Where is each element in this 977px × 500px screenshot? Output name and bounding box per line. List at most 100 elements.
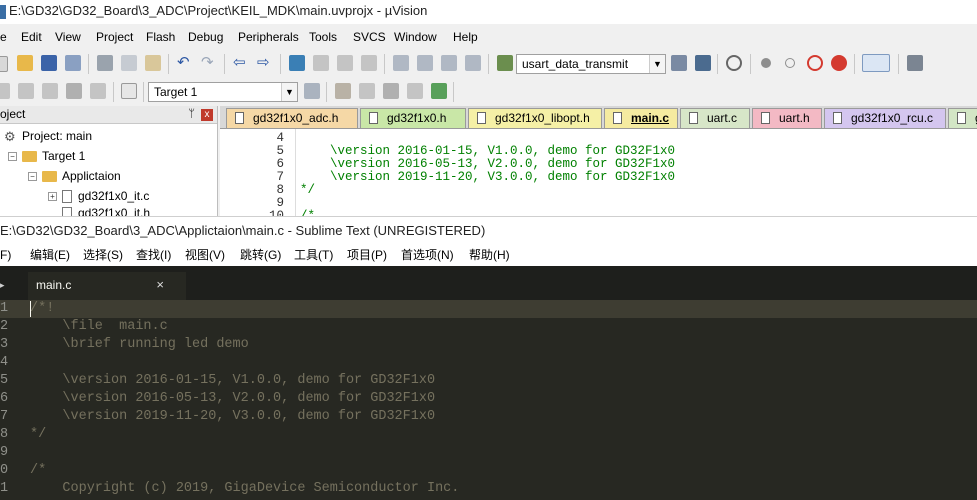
window-layout-icon[interactable] [862,54,890,72]
save-all-icon[interactable] [65,55,81,71]
batch-build-icon[interactable] [66,83,82,99]
chevron-down-icon[interactable]: ▼ [281,83,297,101]
code-line: \file main.c [30,319,168,334]
breakpoint-icon[interactable] [785,58,795,68]
redo-icon[interactable]: ↷ [201,55,217,71]
select-software-packs-icon[interactable] [383,83,399,99]
menu-project[interactable]: Project [96,26,133,48]
tree-item-label: gd32f1x0_it.c [78,189,150,203]
next-bookmark-icon[interactable] [337,55,353,71]
close-icon[interactable]: x [201,109,213,121]
disable-breakpoints-icon[interactable] [807,55,823,71]
menu-peripherals[interactable]: Peripherals [238,26,299,48]
undo-icon[interactable]: ↶ [177,55,193,71]
tab-main-c[interactable]: main.c × [28,272,186,300]
close-tab-icon[interactable]: × [156,272,164,298]
menu-flash[interactable]: Flash [146,26,175,48]
build-icon[interactable] [18,83,34,99]
menu-edit[interactable]: Edit [21,26,42,48]
menu-selection[interactable]: 选择(S) [83,244,123,266]
menu-file[interactable]: e [0,26,7,48]
expand-toggle-icon[interactable]: + [48,192,57,202]
rebuild-icon[interactable] [42,83,58,99]
manage-components-icon[interactable] [359,83,375,99]
navigate-forward-icon[interactable]: ⇨ [257,55,273,71]
line-number: 6 [0,391,9,406]
tab-gd32f1x0-h[interactable]: gd32f1x0.h [360,108,466,128]
menu-window[interactable]: Window [394,26,437,48]
menu-preferences[interactable]: 首选项(N) [401,244,454,266]
paste-icon[interactable] [145,55,161,71]
indent-icon[interactable] [393,55,409,71]
chevron-down-icon[interactable]: ▼ [649,55,665,73]
target-select[interactable]: Target 1 ▼ [148,82,298,102]
target-options-icon[interactable] [304,83,320,99]
cut-icon[interactable] [97,55,113,71]
tree-item-project[interactable]: ⚙ Project: main [4,126,92,146]
tab-gd32f1x0-libopt-h[interactable]: gd32f1x0_libopt.h [468,108,602,128]
translate-icon[interactable] [0,83,10,99]
bookmark-icon[interactable] [289,55,305,71]
find-in-files-icon[interactable] [497,55,513,71]
menu-help[interactable]: Help [453,26,478,48]
configure-icon[interactable] [907,55,923,71]
pack-installer-icon[interactable] [407,83,423,99]
menu-view[interactable]: View [55,26,81,48]
kill-breakpoints-icon[interactable] [831,55,847,71]
file-extensions-icon[interactable] [335,83,351,99]
navigate-back-icon[interactable]: ⇦ [233,55,249,71]
start-debug-icon[interactable] [761,58,771,68]
save-icon[interactable] [41,55,57,71]
menu-goto[interactable]: 跳转(G) [240,244,281,266]
tree-item-target[interactable]: − Target 1 [8,146,85,166]
line-number: 4 [0,355,9,370]
sublime-code-editor[interactable]: 1 2 3 4 5 6 7 8 9 0 1 /*! \file main.c \… [0,300,977,500]
tab-gd32f1x0-adc-h[interactable]: gd32f1x0_adc.h [226,108,358,128]
stop-build-icon[interactable] [90,83,106,99]
tab-truncated[interactable]: g [948,108,977,128]
download-icon[interactable] [121,83,137,99]
copy-icon[interactable] [121,55,137,71]
collapse-toggle-icon[interactable]: − [8,152,17,162]
tree-item-group[interactable]: − Applictaion [28,166,121,186]
find-icon[interactable] [671,55,687,71]
keil-code-editor[interactable]: 4 5 6 7 8 9 10 \version 2016-01-15, V1.0… [220,128,977,216]
menu-find[interactable]: 查找(I) [136,244,171,266]
menu-file[interactable]: (F) [0,244,11,266]
find-function-combo[interactable]: usart_data_transmit ▼ [516,54,666,74]
tab-main-c[interactable]: main.c [604,108,678,128]
open-folder-icon[interactable] [17,55,33,71]
comment-icon[interactable] [441,55,457,71]
toolbar-separator [224,54,225,74]
menu-view[interactable]: 视图(V) [185,244,225,266]
tab-scroll-left-icon[interactable]: ▸ [0,280,8,290]
tab-gd32f1x0-rcu-c[interactable]: gd32f1x0_rcu.c [824,108,946,128]
uncomment-icon[interactable] [465,55,481,71]
menu-tools[interactable]: 工具(T) [294,244,333,266]
prev-bookmark-icon[interactable] [313,55,329,71]
tree-item-file[interactable]: gd32f1x0_it.h [62,206,150,216]
tab-uart-h[interactable]: uart.h [752,108,822,128]
zoom-icon[interactable] [726,55,742,71]
collapse-toggle-icon[interactable]: − [28,172,37,182]
project-panel-header: oject ᛘ x [0,106,217,124]
unindent-icon[interactable] [417,55,433,71]
toolbar-separator [326,82,327,102]
tab-label: gd32f1x0_rcu.c [851,111,934,125]
new-file-icon[interactable] [0,56,8,72]
pin-icon[interactable]: ᛘ [188,106,195,123]
tab-uart-c[interactable]: uart.c [680,108,750,128]
incremental-find-icon[interactable] [695,55,711,71]
sublime-tab-bar: ▸ main.c × [0,266,977,300]
menu-help[interactable]: 帮助(H) [469,244,510,266]
clear-bookmarks-icon[interactable] [361,55,377,71]
menu-svcs[interactable]: SVCS [353,26,386,48]
menu-edit[interactable]: 编辑(E) [30,244,70,266]
menu-tools[interactable]: Tools [309,26,337,48]
tree-item-file[interactable]: + gd32f1x0_it.c [48,186,149,206]
menu-project[interactable]: 项目(P) [347,244,387,266]
menu-debug[interactable]: Debug [188,26,223,48]
code-line: \version 2019-11-20, V3.0.0, demo for GD… [30,409,436,424]
run-time-environment-icon[interactable] [431,83,447,99]
keil-title-bar: E:\GD32\GD32_Board\3_ADC\Project\KEIL_MD… [0,0,977,24]
